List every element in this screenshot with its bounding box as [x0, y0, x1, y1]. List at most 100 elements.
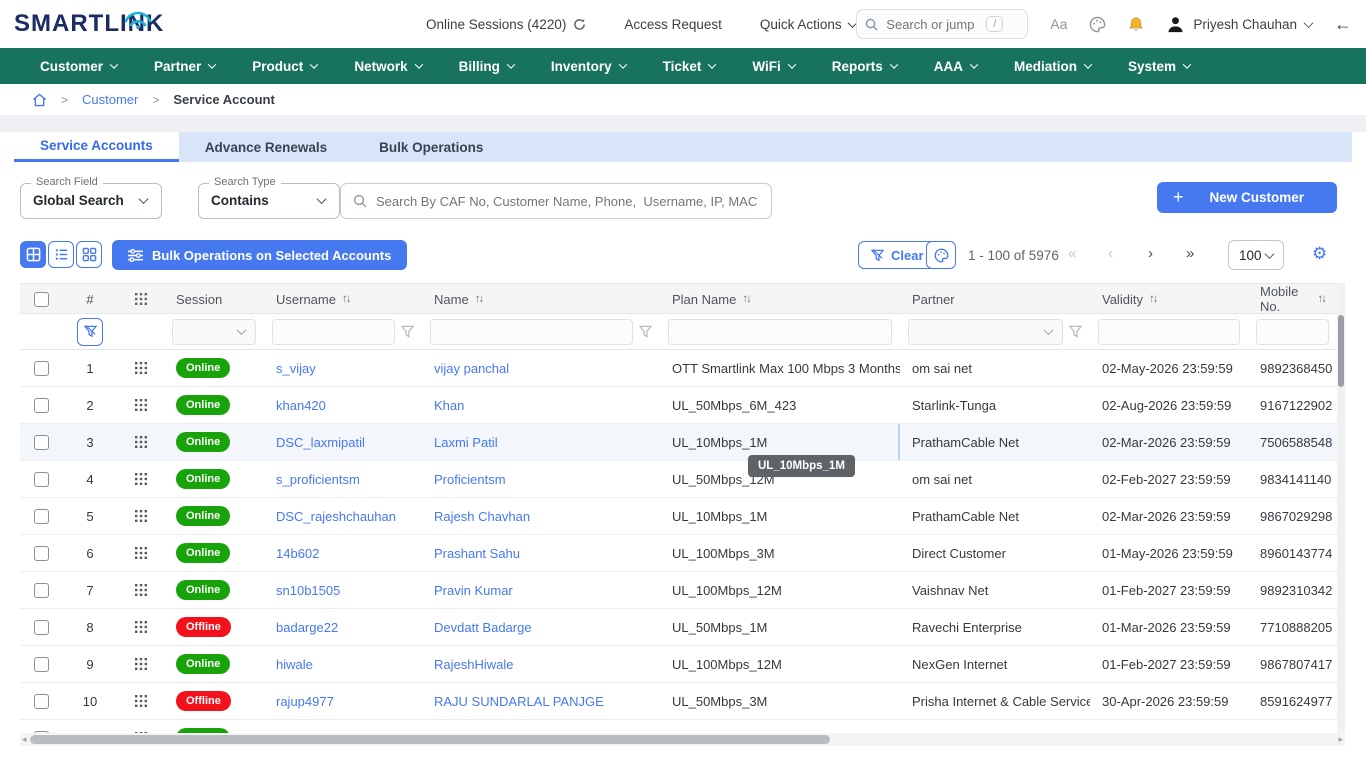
row-grid-icon[interactable]: [118, 572, 164, 608]
mobile-filter-input[interactable]: [1256, 319, 1329, 345]
card-view-button[interactable]: [76, 241, 102, 268]
nav-menu-item[interactable]: Product: [252, 59, 317, 74]
notifications-bell-icon[interactable]: [1128, 16, 1144, 33]
home-icon[interactable]: [32, 93, 47, 107]
row-checkbox[interactable]: [34, 472, 49, 487]
customer-name-link[interactable]: vijay panchal: [434, 361, 509, 376]
list-view-button[interactable]: [48, 241, 74, 268]
select-all-checkbox[interactable]: [34, 292, 49, 307]
global-search[interactable]: /: [856, 9, 1028, 39]
pagination-first[interactable]: «: [1068, 245, 1076, 262]
col-header-validity[interactable]: Validity↑↓: [1090, 284, 1248, 314]
row-checkbox[interactable]: [34, 435, 49, 450]
tab-service-accounts[interactable]: Service Accounts: [14, 132, 179, 162]
page-size-select[interactable]: 100: [1228, 240, 1284, 270]
row-grid-icon[interactable]: [118, 498, 164, 534]
row-checkbox[interactable]: [34, 546, 49, 561]
name-filter-input[interactable]: [430, 319, 633, 345]
col-header-name[interactable]: Name↑↓: [422, 284, 660, 314]
color-filter-button[interactable]: [926, 241, 956, 269]
username-link[interactable]: s_proficientsm: [276, 472, 360, 487]
row-filter-clear-button[interactable]: [77, 318, 103, 346]
nav-menu-item[interactable]: Inventory: [551, 59, 626, 74]
col-header-plan[interactable]: Plan Name↑↓: [660, 284, 900, 314]
row-checkbox[interactable]: [34, 694, 49, 709]
row-grid-icon[interactable]: [118, 609, 164, 645]
username-link[interactable]: rajup4977: [276, 694, 334, 709]
sort-icon[interactable]: ↑↓: [742, 293, 750, 305]
username-link[interactable]: badarge22: [276, 620, 338, 635]
funnel-icon[interactable]: [1069, 325, 1082, 338]
col-header-username[interactable]: Username↑↓: [264, 284, 422, 314]
nav-menu-item[interactable]: Mediation: [1014, 59, 1091, 74]
search-input[interactable]: [886, 17, 978, 32]
nav-menu-item[interactable]: Reports: [832, 59, 897, 74]
theme-palette-icon[interactable]: [1089, 16, 1106, 33]
collapse-arrow-icon[interactable]: ←: [1334, 14, 1352, 35]
row-grid-icon[interactable]: [118, 387, 164, 423]
customer-name-link[interactable]: Khan: [434, 398, 464, 413]
row-checkbox[interactable]: [34, 398, 49, 413]
row-grid-icon[interactable]: [118, 424, 164, 460]
breadcrumb-customer-link[interactable]: Customer: [82, 92, 138, 107]
user-menu[interactable]: Priyesh Chauhan: [1166, 15, 1312, 34]
tab-bulk-operations[interactable]: Bulk Operations: [353, 132, 509, 162]
sort-icon[interactable]: ↑↓: [1318, 293, 1326, 305]
row-grid-icon[interactable]: [118, 535, 164, 571]
account-search-input[interactable]: [376, 194, 759, 209]
customer-name-link[interactable]: RajeshHiwale: [434, 657, 513, 672]
table-settings-gear-icon[interactable]: ⚙: [1312, 244, 1327, 264]
customer-name-link[interactable]: RAJU SUNDARLAL PANJGE: [434, 694, 604, 709]
customer-name-link[interactable]: Rajesh Chavhan: [434, 509, 530, 524]
sort-icon[interactable]: ↑↓: [342, 293, 350, 305]
session-filter-select[interactable]: [172, 319, 256, 345]
nav-menu-item[interactable]: Billing: [459, 59, 514, 74]
row-grid-icon[interactable]: [118, 646, 164, 682]
nav-menu-item[interactable]: System: [1128, 59, 1190, 74]
username-link[interactable]: s_vijay: [276, 361, 316, 376]
table-view-button[interactable]: [20, 241, 46, 268]
access-request-link[interactable]: Access Request: [624, 17, 722, 32]
validity-filter-input[interactable]: [1098, 319, 1240, 345]
col-header-num[interactable]: #: [62, 284, 118, 314]
username-link[interactable]: khan420: [276, 398, 326, 413]
funnel-icon[interactable]: [401, 325, 414, 338]
nav-menu-item[interactable]: Network: [354, 59, 421, 74]
online-sessions-link[interactable]: Online Sessions (4220): [426, 17, 586, 32]
nav-menu-item[interactable]: Ticket: [663, 59, 716, 74]
row-checkbox[interactable]: [34, 657, 49, 672]
row-grid-icon[interactable]: [118, 461, 164, 497]
row-checkbox[interactable]: [34, 361, 49, 376]
sort-icon[interactable]: ↑↓: [475, 293, 483, 305]
row-grid-icon[interactable]: [118, 350, 164, 386]
col-header-session[interactable]: Session: [164, 284, 264, 314]
bulk-operations-button[interactable]: Bulk Operations on Selected Accounts: [112, 240, 407, 270]
horizontal-scroll-thumb[interactable]: [30, 735, 830, 744]
vertical-scroll-thumb[interactable]: [1338, 315, 1344, 387]
new-customer-button[interactable]: + New Customer: [1157, 182, 1337, 213]
row-grid-icon[interactable]: [118, 683, 164, 719]
username-filter-input[interactable]: [272, 319, 395, 345]
pagination-next[interactable]: ›: [1148, 245, 1153, 262]
font-size-toggle[interactable]: Aa: [1050, 16, 1067, 32]
partner-filter-select[interactable]: [908, 319, 1063, 345]
customer-name-link[interactable]: Pravin Kumar: [434, 583, 513, 598]
username-link[interactable]: hiwale: [276, 657, 313, 672]
customer-name-link[interactable]: Proficientsm: [434, 472, 506, 487]
col-header-partner[interactable]: Partner: [900, 284, 1090, 314]
nav-menu-item[interactable]: AAA: [934, 59, 977, 74]
tab-advance-renewals[interactable]: Advance Renewals: [179, 132, 353, 162]
app-logo[interactable]: SMARTLINK: [0, 10, 210, 38]
search-field-select[interactable]: Search Field Global Search: [20, 183, 162, 219]
refresh-icon[interactable]: [573, 18, 586, 31]
search-type-select[interactable]: Search Type Contains: [198, 183, 340, 219]
row-checkbox[interactable]: [34, 620, 49, 635]
username-link[interactable]: 14b602: [276, 546, 319, 561]
pagination-prev[interactable]: ‹: [1108, 245, 1113, 262]
clear-filters-button[interactable]: Clear: [858, 241, 937, 269]
username-link[interactable]: DSC_laxmipatil: [276, 435, 365, 450]
username-link[interactable]: DSC_rajeshchauhan: [276, 509, 396, 524]
quick-actions-menu[interactable]: Quick Actions: [760, 17, 856, 32]
customer-name-link[interactable]: Devdatt Badarge: [434, 620, 532, 635]
funnel-icon[interactable]: [639, 325, 652, 338]
